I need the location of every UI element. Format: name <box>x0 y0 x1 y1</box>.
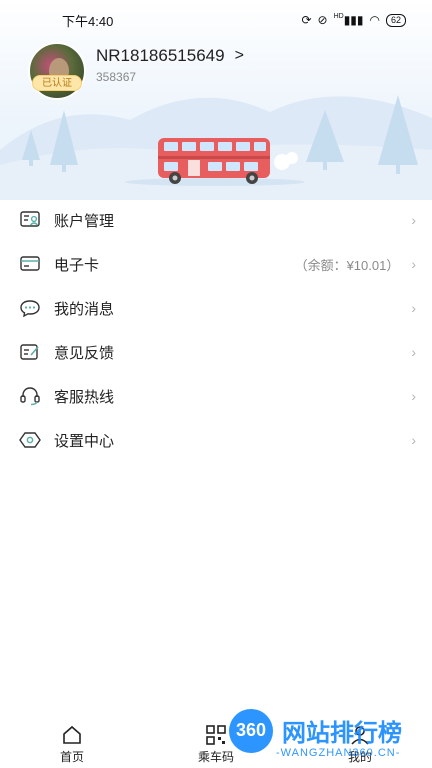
sync-icon: ⟳ <box>301 13 312 27</box>
signal-icon: HD▮▮▮ <box>333 13 364 27</box>
menu-item-feedback[interactable]: 意见反馈 › <box>0 330 432 374</box>
username: NR18186515649 <box>96 46 225 65</box>
settings-icon <box>18 428 42 452</box>
chevron-right-icon: > <box>234 47 244 64</box>
menu-item-ecard[interactable]: 电子卡 （余额：¥10.01） › <box>0 242 432 286</box>
menu-label-messages: 我的消息 <box>54 300 115 318</box>
balance-text: （余额：¥10.01） <box>294 257 400 273</box>
status-icons: ⟳ ⊘ HD▮▮▮ ◠ 62 <box>301 13 406 27</box>
menu-item-account[interactable]: 账户管理 › <box>0 198 432 242</box>
watermark-title: 网站排行榜 <box>282 720 402 747</box>
menu-label-settings: 设置中心 <box>54 432 115 450</box>
nav-label-home: 首页 <box>59 749 84 764</box>
watermark-number: 360 <box>235 720 267 740</box>
menu-label-hotline: 客服热线 <box>54 388 115 406</box>
card-icon <box>18 252 42 276</box>
verified-badge: 已认证 <box>32 75 82 91</box>
headset-icon <box>18 384 42 408</box>
chevron-right-icon: › <box>411 432 416 448</box>
status-time: 下午4:40 <box>62 13 114 29</box>
menu-item-hotline[interactable]: 客服热线 › <box>0 374 432 418</box>
home-icon <box>63 725 81 744</box>
chevron-right-icon: › <box>411 344 416 360</box>
menu-item-settings[interactable]: 设置中心 › <box>0 418 432 462</box>
chevron-right-icon: › <box>411 388 416 404</box>
battery-icon: 62 <box>385 13 406 27</box>
status-bar: 下午4:40 ⟳ ⊘ HD▮▮▮ ◠ 62 <box>0 0 432 40</box>
watermark: 360 网站排行榜 -WANGZHAN360.CN- <box>224 705 432 768</box>
menu-item-messages[interactable]: 我的消息 › <box>0 286 432 330</box>
do-not-disturb-icon: ⊘ <box>317 13 328 27</box>
user-id: 358367 <box>96 70 137 84</box>
chevron-right-icon: › <box>411 212 416 228</box>
profile-link[interactable]: NR18186515649 > <box>96 46 244 66</box>
menu-label-ecard: 电子卡 <box>54 256 100 274</box>
menu-list: 账户管理 › 电子卡 （余额：¥10.01） › 我的消息 › 意见反馈 › 客… <box>0 198 432 462</box>
watermark-url: -WANGZHAN360.CN- <box>276 747 401 759</box>
menu-label-feedback: 意见反馈 <box>54 344 115 362</box>
account-card-icon <box>18 208 42 232</box>
message-icon <box>18 296 42 320</box>
nav-tab-home[interactable]: 首页 <box>17 724 127 765</box>
wifi-icon: ◠ <box>369 13 380 27</box>
menu-label-account: 账户管理 <box>54 212 115 230</box>
feedback-icon <box>18 340 42 364</box>
chevron-right-icon: › <box>411 300 416 316</box>
chevron-right-icon: › <box>411 256 416 272</box>
